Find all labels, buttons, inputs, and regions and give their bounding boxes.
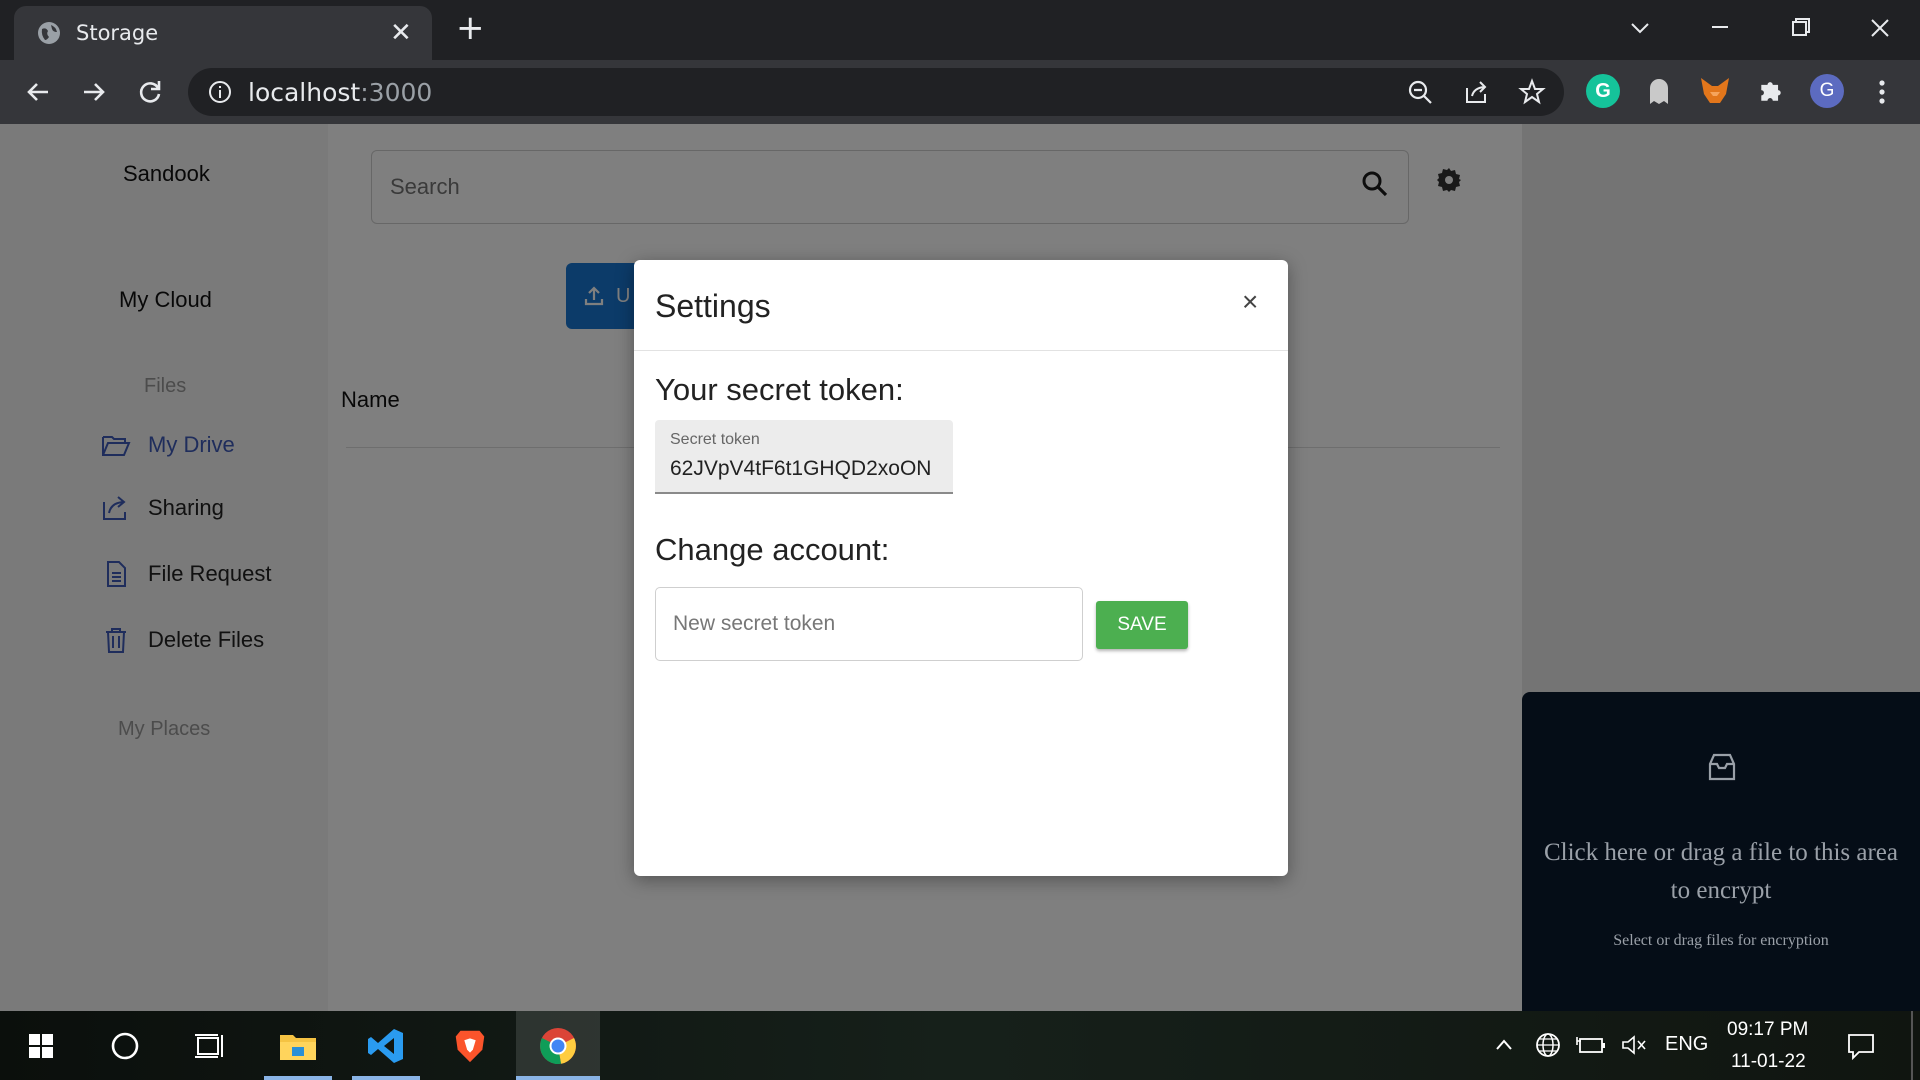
browser-menu-icon[interactable] <box>1868 76 1896 108</box>
windows-start-icon[interactable] <box>28 1033 54 1059</box>
chrome-icon <box>540 1027 576 1064</box>
input-language[interactable]: ENG <box>1665 1033 1708 1056</box>
forward-icon[interactable] <box>78 76 110 108</box>
profile-avatar[interactable]: G <box>1810 74 1844 108</box>
close-window-icon[interactable] <box>1860 10 1900 46</box>
secret-token-heading: Your secret token: <box>655 372 904 407</box>
site-info-icon[interactable] <box>208 80 232 104</box>
tab-search-chevron-icon[interactable] <box>1620 10 1660 46</box>
share-page-icon[interactable] <box>1462 78 1490 106</box>
tray-chevron-up-icon[interactable] <box>1494 1035 1514 1055</box>
cortana-search-icon[interactable] <box>110 1031 140 1061</box>
task-view-icon[interactable] <box>194 1031 226 1061</box>
save-button[interactable]: SAVE <box>1096 601 1188 649</box>
new-tab-icon[interactable]: + <box>456 8 485 48</box>
encrypt-dropzone[interactable]: Click here or drag a file to this area t… <box>1522 692 1920 1011</box>
secret-token-label: Secret token <box>670 431 760 448</box>
notifications-icon[interactable] <box>1846 1031 1876 1061</box>
taskbar-file-explorer[interactable] <box>264 1011 332 1080</box>
secret-token-field[interactable]: Secret token 62JVpV4tF6t1GHQD2xoON <box>655 420 953 494</box>
tab-title: Storage <box>76 21 159 45</box>
secret-token-value[interactable]: 62JVpV4tF6t1GHQD2xoON <box>670 457 931 481</box>
taskbar-chrome[interactable] <box>516 1011 600 1080</box>
minimize-icon[interactable] <box>1700 10 1740 46</box>
battery-icon[interactable] <box>1576 1033 1606 1057</box>
volume-muted-icon[interactable] <box>1620 1033 1648 1057</box>
taskbar: ENG 09:17 PM 11-01-22 <box>0 1011 1920 1080</box>
dropzone-subtitle: Select or drag files for encryption <box>1613 932 1829 949</box>
settings-modal: Settings × Your secret token: Secret tok… <box>634 260 1288 876</box>
reload-icon[interactable] <box>134 76 166 108</box>
inbox-icon <box>1708 753 1736 781</box>
modal-title: Settings <box>655 288 771 324</box>
brave-icon <box>455 1030 485 1062</box>
clock-time[interactable]: 09:17 PM <box>1727 1019 1808 1041</box>
puzzle-icon[interactable] <box>1754 74 1788 108</box>
browser-tab[interactable]: Storage ✕ <box>14 6 432 60</box>
url-text[interactable]: localhost:3000 <box>248 78 432 107</box>
restore-icon[interactable] <box>1780 10 1820 46</box>
zoom-out-icon[interactable] <box>1406 78 1434 106</box>
grammarly-icon[interactable]: G <box>1586 74 1620 108</box>
vscode-icon <box>368 1028 403 1063</box>
show-desktop-divider[interactable] <box>1911 1011 1913 1080</box>
active-indicator <box>352 1076 420 1080</box>
bookmark-star-icon[interactable] <box>1518 78 1546 106</box>
change-account-heading: Change account: <box>655 532 890 567</box>
network-globe-icon[interactable] <box>1534 1031 1562 1059</box>
globe-icon <box>38 22 60 44</box>
active-indicator <box>516 1076 600 1080</box>
taskbar-vscode[interactable] <box>352 1011 420 1080</box>
new-secret-token-input[interactable] <box>655 587 1083 661</box>
metamask-icon[interactable] <box>1698 74 1732 108</box>
close-icon[interactable]: × <box>1242 286 1258 318</box>
ghost-icon[interactable] <box>1642 74 1676 108</box>
address-bar[interactable]: localhost:3000 <box>188 68 1564 116</box>
back-icon[interactable] <box>22 76 54 108</box>
browser-tab-strip: Storage ✕ + <box>0 0 1920 60</box>
clock-date[interactable]: 11-01-22 <box>1731 1051 1806 1073</box>
active-indicator <box>264 1076 332 1080</box>
browser-toolbar: localhost:3000 G G <box>0 60 1920 124</box>
dropzone-title: Click here or drag a file to this area t… <box>1543 839 1899 904</box>
divider <box>634 350 1288 351</box>
folder-icon <box>280 1034 316 1060</box>
tab-close-icon[interactable]: ✕ <box>390 18 412 48</box>
taskbar-brave[interactable] <box>436 1011 504 1080</box>
